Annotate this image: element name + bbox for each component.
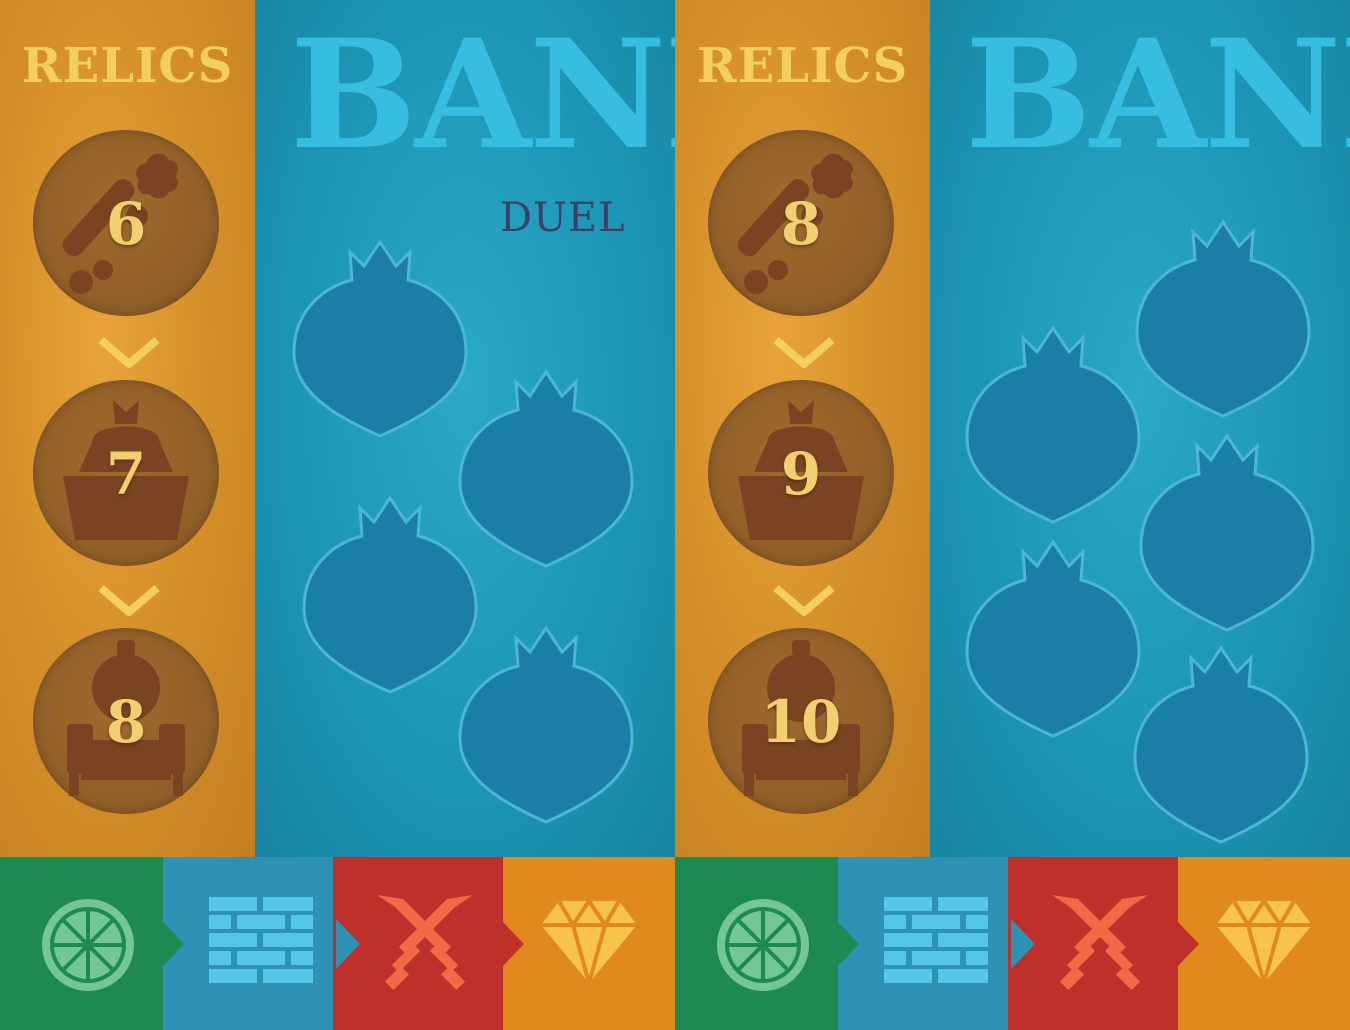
phase-arrow-icon [835,919,859,969]
relic-medallion-scepter[interactable]: 8 [708,130,894,316]
build-phase[interactable] [163,857,339,1030]
treasure-phase[interactable] [503,857,675,1030]
bank-slot[interactable] [1137,424,1317,634]
harvest-phase[interactable] [675,857,845,1030]
bank-title: BANK [965,7,1350,183]
chevron-down-icon [98,336,160,368]
relics-title: RELICS [696,38,909,94]
phase-arrow-icon [336,919,360,969]
chevron-down-icon [98,584,160,616]
phase-bar [0,857,675,1030]
phase-arrow-icon [500,919,524,969]
diamond-icon [541,897,637,987]
relic-cost: 10 [760,688,842,756]
brick-wall-icon [209,897,313,983]
bank-slot[interactable] [963,316,1143,526]
crossed-swords-icon [1052,895,1148,991]
bank-title: BANK [290,7,675,183]
phase-arrow-icon [160,919,184,969]
relic-cost: 8 [105,688,147,756]
bank-slot[interactable] [300,486,480,696]
bank-slot[interactable] [1131,636,1311,846]
bank-board-left: RELICS BANK DUEL 6 7 [0,0,675,1030]
chevron-down-icon [773,584,835,616]
citrus-wheel-icon [717,899,809,991]
harvest-phase[interactable] [0,857,170,1030]
bank-slot[interactable] [456,360,636,570]
chevron-down-icon [773,336,835,368]
phase-bar [675,857,1350,1030]
crossed-swords-icon [377,895,473,991]
treasure-phase[interactable] [1178,857,1350,1030]
citrus-wheel-icon [42,899,134,991]
relics-title: RELICS [21,38,234,94]
relic-cost: 6 [105,190,147,258]
relic-cost: 8 [780,190,822,258]
relic-medallion-treasure[interactable]: 7 [33,380,219,566]
relic-medallion-throne[interactable]: 10 [708,628,894,814]
phase-arrow-icon [1175,919,1199,969]
phase-arrow-icon [1011,919,1035,969]
relic-medallion-throne[interactable]: 8 [33,628,219,814]
bank-board-right: RELICS BANK 8 9 [675,0,1350,1030]
mode-label: DUEL [500,195,626,241]
relic-medallion-scepter[interactable]: 6 [33,130,219,316]
relic-cost: 7 [105,440,147,508]
bank-slot[interactable] [963,530,1143,740]
relic-cost: 9 [780,440,822,508]
bank-slot[interactable] [1133,210,1313,420]
brick-wall-icon [884,897,988,983]
build-phase[interactable] [838,857,1014,1030]
relic-medallion-treasure[interactable]: 9 [708,380,894,566]
bank-slot[interactable] [290,230,470,440]
bank-slot[interactable] [456,616,636,826]
diamond-icon [1216,897,1312,987]
